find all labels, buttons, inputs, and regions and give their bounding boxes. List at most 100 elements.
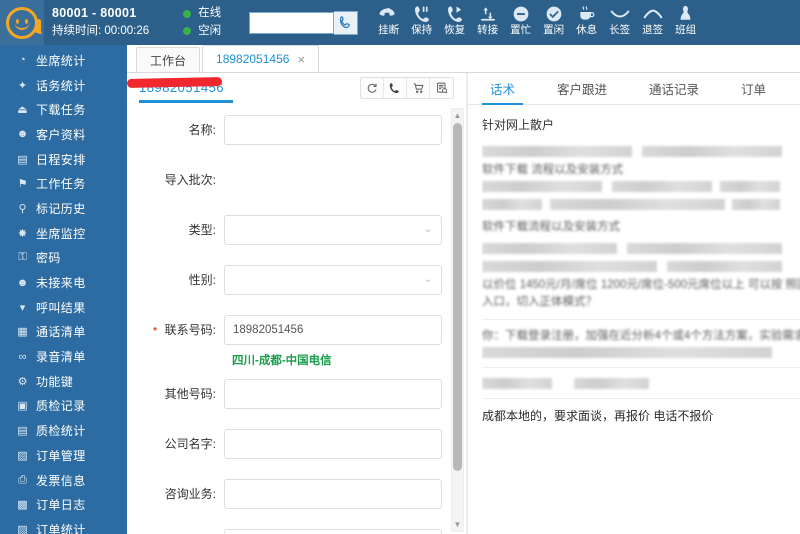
toolbar-label: 保持 [411, 24, 433, 36]
cart-button[interactable] [407, 78, 430, 98]
sidebar-item-schedule[interactable]: ▤ 日程安排 [0, 147, 127, 172]
sidebar-item-work-task[interactable]: ⚑ 工作任务 [0, 171, 127, 196]
toolbar-button-team[interactable]: 班组 [669, 2, 702, 37]
contact-number-input[interactable] [224, 314, 442, 345]
redacted-line [482, 241, 800, 256]
call-result-icon: ▾ [19, 301, 26, 314]
tab-workbench[interactable]: 工作台 [136, 47, 201, 72]
sidebar-item-download-task[interactable]: ⏏ 下载任务 [0, 97, 127, 122]
password-key-icon: ⚿ [18, 251, 27, 264]
sidebar-item-function-key[interactable]: ⚙ 功能键 [0, 369, 127, 394]
toolbar-label: 长签 [609, 24, 631, 36]
toolbar-label: 退签 [642, 24, 664, 36]
sidebar-item-order-stats[interactable]: ▨ 订单统计 [0, 517, 127, 534]
toolbar-label: 置闲 [543, 24, 565, 36]
sidebar-item-mark-history[interactable]: ⚲ 标记历史 [0, 196, 127, 221]
toolbar-button-signout[interactable]: 退签 [636, 2, 669, 37]
mark-history-icon: ⚲ [18, 202, 27, 215]
toolbar-button-hold[interactable]: 保持 [405, 2, 438, 37]
sidebar-item-call-list[interactable]: ▦ 通话清单 [0, 320, 127, 345]
toolbar-button-busy[interactable]: 置忙 [504, 2, 537, 37]
main-area: 工作台 18982051456 × 18982051456 名称: 导入批次: … [126, 45, 800, 534]
toolbar-button-rest[interactable]: 休息 [570, 2, 603, 37]
tab-label: 话术 [490, 83, 516, 97]
sidebar-item-qc-record[interactable]: ▣ 质检记录 [0, 394, 127, 419]
schedule-icon: ▤ [17, 153, 28, 166]
status-online-row: 在线 [183, 5, 221, 23]
close-icon[interactable]: × [297, 52, 305, 67]
status-idle-label: 空闲 [198, 24, 222, 37]
sidebar-item-call-result[interactable]: ▾ 呼叫结果 [0, 295, 127, 320]
call-icon [389, 83, 399, 94]
sidebar-item-label: 质检记录 [36, 399, 86, 414]
scroll-up-icon[interactable]: ▲ [452, 109, 463, 122]
sidebar-item-order-log[interactable]: ▩ 订单日志 [0, 492, 127, 517]
sidebar-item-label: 发票信息 [36, 473, 86, 488]
type-select[interactable]: ⌄ [224, 214, 442, 245]
toolbar-button-resume[interactable]: 恢复 [438, 2, 471, 37]
toolbar-button-long-signin[interactable]: 长签 [603, 2, 636, 37]
sidebar-item-label: 质检统计 [36, 424, 86, 439]
call-action-toolbar: 挂断 保持 恢复 转接 置忙 置闲 休息 长签 退签 班组 [372, 0, 800, 45]
company-name-input[interactable] [224, 428, 442, 459]
sidebar-item-label: 录音清单 [36, 350, 86, 365]
tab-script[interactable]: 话术 [476, 73, 529, 105]
sidebar-item-call-stats[interactable]: ✦ 话务统计 [0, 73, 127, 98]
phone-icon [340, 16, 351, 29]
sidebar-item-customer-profile[interactable]: ☻ 客户资料 [0, 122, 127, 147]
sidebar-item-invoice[interactable]: ⎙ 发票信息 [0, 468, 127, 493]
call-button[interactable] [384, 78, 407, 98]
tab-customer-followup[interactable]: 客户跟进 [543, 73, 621, 104]
tab-18982051456[interactable]: 18982051456 × [202, 45, 320, 72]
consult-business-input[interactable] [224, 478, 442, 509]
sidebar-item-missed-call[interactable]: ☻ 未接来电 [0, 270, 127, 295]
customer-type-select[interactable]: ⌄ [224, 528, 442, 534]
sidebar-item-seat-monitor[interactable]: ✸ 坐席监控 [0, 221, 127, 246]
toolbar-button-idle[interactable]: 置闲 [537, 2, 570, 37]
script-footer-note: 成都本地的，要求面谈，再报价 电话不报价 [482, 408, 714, 423]
carrier-location-note: 四川-成都-中国电信 [232, 355, 332, 367]
app-header: 80001 - 80001 持续时间: 00:00:26 在线 空闲 挂断 保持… [0, 0, 800, 45]
seat-monitor-icon: ✸ [17, 227, 28, 240]
right-info-pane: 话术 客户跟进 通话记录 订单 针对网上散户 软件下载 流程以及安装方式 软件下… [467, 73, 800, 534]
cart-icon [413, 83, 423, 93]
function-key-icon: ⚙ [17, 375, 28, 388]
sidebar-item-label: 通话清单 [36, 325, 86, 340]
toolbar-button-hangup[interactable]: 挂断 [372, 2, 405, 37]
sidebar-item-label: 下载任务 [36, 103, 86, 118]
sidebar-item-order-manage[interactable]: ▨ 订单管理 [0, 443, 127, 468]
tab-orders[interactable]: 订单 [727, 73, 780, 104]
form-vertical-scrollbar[interactable]: ▲ ▼ [451, 108, 464, 532]
other-number-input[interactable] [224, 378, 442, 409]
sidebar-item-qc-stats[interactable]: ▤ 质检统计 [0, 418, 127, 443]
call-list-icon: ▦ [17, 326, 28, 339]
sidebar-item-label: 订单日志 [36, 498, 86, 513]
sidebar-item-record-list[interactable]: ∞ 录音清单 [0, 344, 127, 369]
missed-call-icon: ☻ [16, 276, 29, 289]
agent-id: 80001 - 80001 [52, 5, 137, 20]
idle-icon [545, 3, 563, 24]
field-label: • 联系号码: [127, 321, 224, 338]
scrollbar-thumb[interactable] [453, 123, 462, 471]
document-search-button[interactable] [430, 78, 453, 98]
dial-input[interactable] [249, 11, 335, 34]
redacted-line [482, 179, 800, 194]
name-input[interactable] [224, 114, 442, 145]
chevron-down-icon: ⌄ [423, 273, 432, 285]
tab-call-records[interactable]: 通话记录 [635, 73, 713, 104]
toolbar-label: 置忙 [510, 24, 532, 36]
refresh-button[interactable] [361, 78, 384, 98]
field-label: 名称: [188, 123, 216, 137]
qc-stats-icon: ▤ [17, 425, 28, 438]
redacted-block-1: 软件下载 流程以及安装方式 [482, 144, 800, 212]
gender-select[interactable]: ⌄ [224, 264, 442, 295]
sidebar-item-password[interactable]: ⚿ 密码 [0, 246, 127, 271]
redacted-line [482, 259, 800, 274]
sidebar-item-label: 客户资料 [36, 127, 86, 142]
toolbar-button-transfer[interactable]: 转接 [471, 2, 504, 37]
sidebar-item-seat-stats[interactable]: ◔ 坐席统计 [0, 48, 127, 73]
dial-call-button[interactable] [334, 10, 359, 35]
redacted-line [482, 197, 800, 212]
redacted-text-4: 入口，切入正体模式？ [482, 296, 597, 309]
scroll-down-icon[interactable]: ▼ [452, 518, 463, 531]
